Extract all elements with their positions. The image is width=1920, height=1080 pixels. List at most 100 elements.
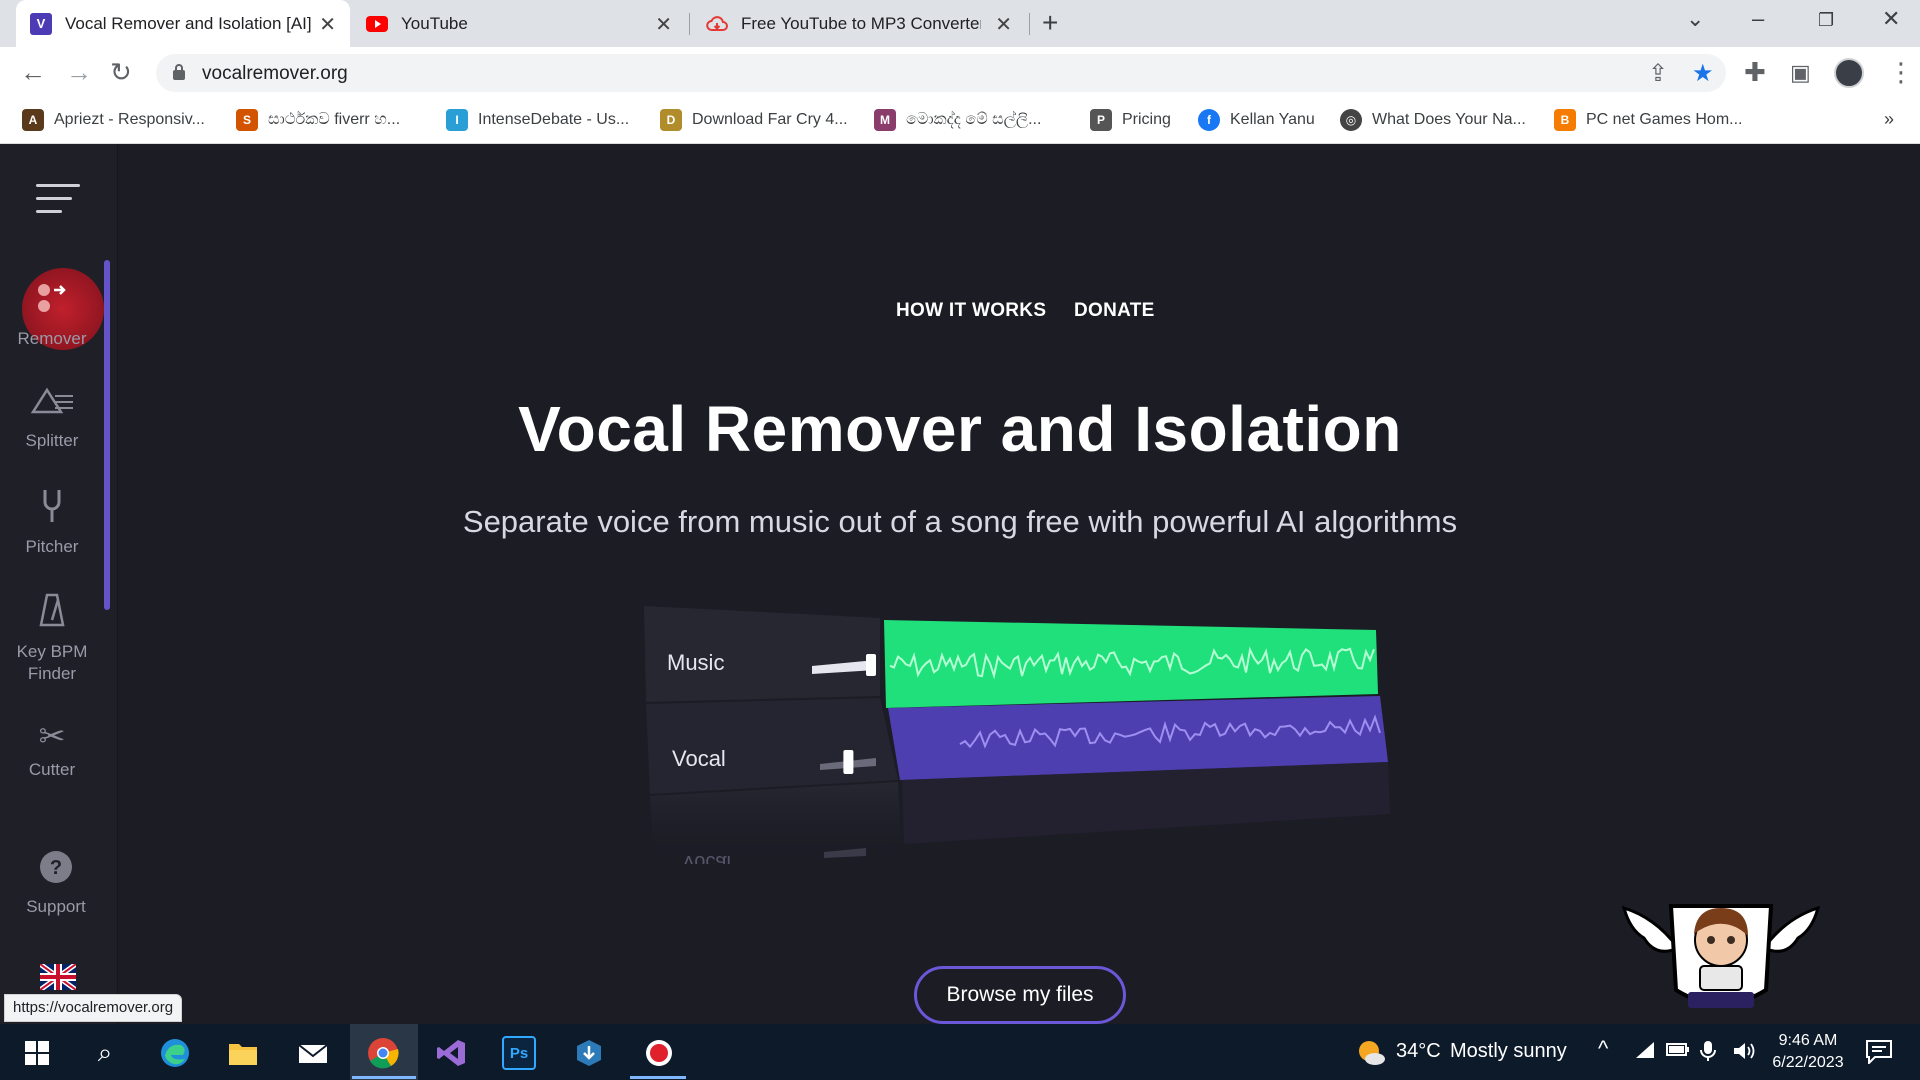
more-bookmarks-icon[interactable]: » [1884,109,1894,130]
bookmark-item[interactable]: ◎ What Does Your Na... [1340,109,1526,131]
music-waveform-band [884,620,1378,708]
back-icon[interactable]: ← [20,57,46,88]
metronome-icon [0,592,104,635]
hamburger-menu-icon[interactable] [36,184,80,223]
tab-title: YouTube [401,13,468,33]
volume-icon[interactable] [1732,1040,1756,1068]
weather-sun-icon[interactable] [1354,1036,1388,1070]
lock-icon [173,64,185,80]
microphone-icon[interactable] [1700,1040,1716,1068]
bookmark-favicon-icon: P [1090,109,1112,131]
file-explorer-icon[interactable] [226,1036,260,1070]
bookmark-item[interactable]: B PC net Games Hom... [1554,109,1743,131]
bookmark-item[interactable]: I IntenseDebate - Us... [446,109,629,131]
bookmark-label: What Does Your Na... [1372,111,1526,128]
bookmark-favicon-icon: I [446,109,468,131]
bookmark-favicon-icon: A [22,109,44,131]
chevron-up-icon[interactable]: ^ [1598,1036,1608,1062]
page-content: Remover Splitter Pitcher Key BPM Finder [0,144,1920,1024]
visual-studio-icon[interactable] [434,1036,468,1070]
photoshop-icon[interactable]: Ps [502,1036,536,1070]
notifications-icon[interactable] [1866,1040,1892,1070]
tab-vocal-remover[interactable]: V Vocal Remover and Isolation [AI] ✕ [16,0,350,47]
url-text[interactable]: vocalremover.org [202,63,348,85]
youtube-icon [366,13,388,35]
address-bar: ← → ↻ vocalremover.org ⇪ ★ ✚ ▣ ⋮ [0,47,1920,99]
profile-avatar[interactable] [1834,58,1864,88]
bookmark-item[interactable]: P Pricing [1090,109,1171,131]
sidebar-item-key-bpm-finder[interactable]: Key BPM Finder [0,592,104,685]
bookmark-label: Kellan Yanu [1230,111,1315,128]
page-subtitle: Separate voice from music out of a song … [462,504,1458,539]
close-tab-icon[interactable]: ✕ [655,12,672,37]
screen-recorder-icon[interactable] [642,1036,676,1070]
vocalremover-favicon-icon: V [30,12,52,35]
app-installer-icon[interactable] [572,1036,606,1070]
tab-search-chevron-icon[interactable]: ⌄ [1686,6,1704,32]
nav-donate[interactable]: DONATE [1074,300,1155,322]
help-icon: ? [4,850,108,891]
nav-how-it-works[interactable]: HOW IT WORKS [896,300,1046,322]
bookmark-favicon-icon: M [874,109,896,131]
tab-separator [1029,13,1030,35]
music-track-label: Music [667,650,724,675]
menu-dots-icon[interactable]: ⋮ [1888,57,1914,88]
new-tab-icon[interactable]: + [1042,7,1058,39]
sidebar-item-support[interactable]: ? Support [4,850,108,917]
chrome-icon[interactable] [366,1036,400,1070]
minimize-icon[interactable]: – [1752,6,1764,32]
music-volume-knob [866,654,876,676]
bookmark-item[interactable]: D Download Far Cry 4... [660,109,848,131]
bookmark-label: Pricing [1122,111,1171,128]
scissors-icon: ✂ [38,718,66,754]
bookmark-item[interactable]: A Apriezt - Responsiv... [22,109,205,131]
close-tab-icon[interactable]: ✕ [319,12,336,37]
edge-icon[interactable] [158,1036,192,1070]
weather-condition[interactable]: Mostly sunny [1450,1040,1567,1063]
vocal-track-label: Vocal [672,746,726,771]
tab-youtube[interactable]: YouTube ✕ [352,0,686,47]
weather-temperature[interactable]: 34°C [1396,1040,1441,1063]
windows-taskbar: ⌕ Ps 34°C Mostly sunny ^ 9:46 AM 6/22/20… [0,1024,1920,1080]
tab-yt-mp3[interactable]: Free YouTube to MP3 Converter - ✕ [692,0,1026,47]
bookmark-item[interactable]: f Kellan Yanu [1198,109,1315,131]
bookmark-label: Download Far Cry 4... [692,111,848,128]
bookmark-item[interactable]: S සාර්ථකව fiverr හ... [236,109,400,131]
battery-icon[interactable] [1666,1040,1690,1064]
forward-icon[interactable]: → [66,57,92,88]
tab-separator [689,13,690,35]
network-icon[interactable] [1634,1040,1656,1065]
status-bar-url: https://vocalremover.org [4,994,183,1022]
omnibox[interactable]: vocalremover.org ⇪ ★ [156,54,1726,92]
system-clock[interactable]: 9:46 AM 6/22/2023 [1768,1030,1848,1074]
share-icon[interactable]: ⇪ [1648,59,1668,88]
side-panel-icon[interactable]: ▣ [1790,60,1811,86]
tab-title: Vocal Remover and Isolation [AI] [65,13,312,33]
vocal-volume-knob [843,750,854,774]
bookmark-label: මොකද්ද මේ සල්ලි... [906,111,1042,128]
mail-icon[interactable] [296,1036,330,1070]
tab-title: Free YouTube to MP3 Converter - [741,13,981,33]
uk-flag-icon[interactable] [40,964,76,990]
clock-date: 6/22/2023 [1772,1054,1844,1071]
search-icon[interactable]: ⌕ [88,1036,122,1070]
bookmark-item[interactable]: M මොකද්ද මේ සල්ලි... [874,109,1041,131]
recorder-running-indicator [630,1076,686,1079]
close-tab-icon[interactable]: ✕ [995,12,1012,37]
sidebar-item-cutter[interactable]: ✂ Cutter [0,718,104,780]
sidebar-item-label: Cutter [28,760,76,779]
channel-logo-watermark [1621,904,1821,1008]
bookmark-favicon-icon: S [236,109,258,131]
bookmark-star-icon[interactable]: ★ [1692,59,1714,88]
sidebar-item-label: Remover [17,329,87,348]
sidebar-item-remover[interactable]: Remover [0,280,104,349]
bookmark-favicon-icon: D [660,109,682,131]
reload-icon[interactable]: ↻ [110,57,132,88]
clock-time: 9:46 AM [1778,1032,1838,1049]
restore-icon[interactable]: ❐ [1818,10,1834,31]
browse-files-button[interactable]: Browse my files [914,966,1126,1024]
close-window-icon[interactable]: ✕ [1882,6,1900,32]
extensions-icon[interactable]: ✚ [1744,57,1766,88]
windows-start-icon[interactable] [20,1036,54,1070]
blogger-icon: B [1554,109,1576,131]
